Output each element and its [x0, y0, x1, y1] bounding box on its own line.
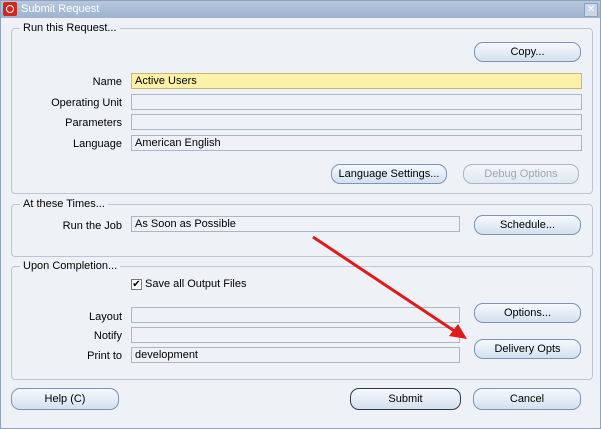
annotation-arrow-icon [312, 235, 467, 339]
submit-request-window: Submit Request ✕ Run this Request... Cop… [0, 0, 601, 429]
